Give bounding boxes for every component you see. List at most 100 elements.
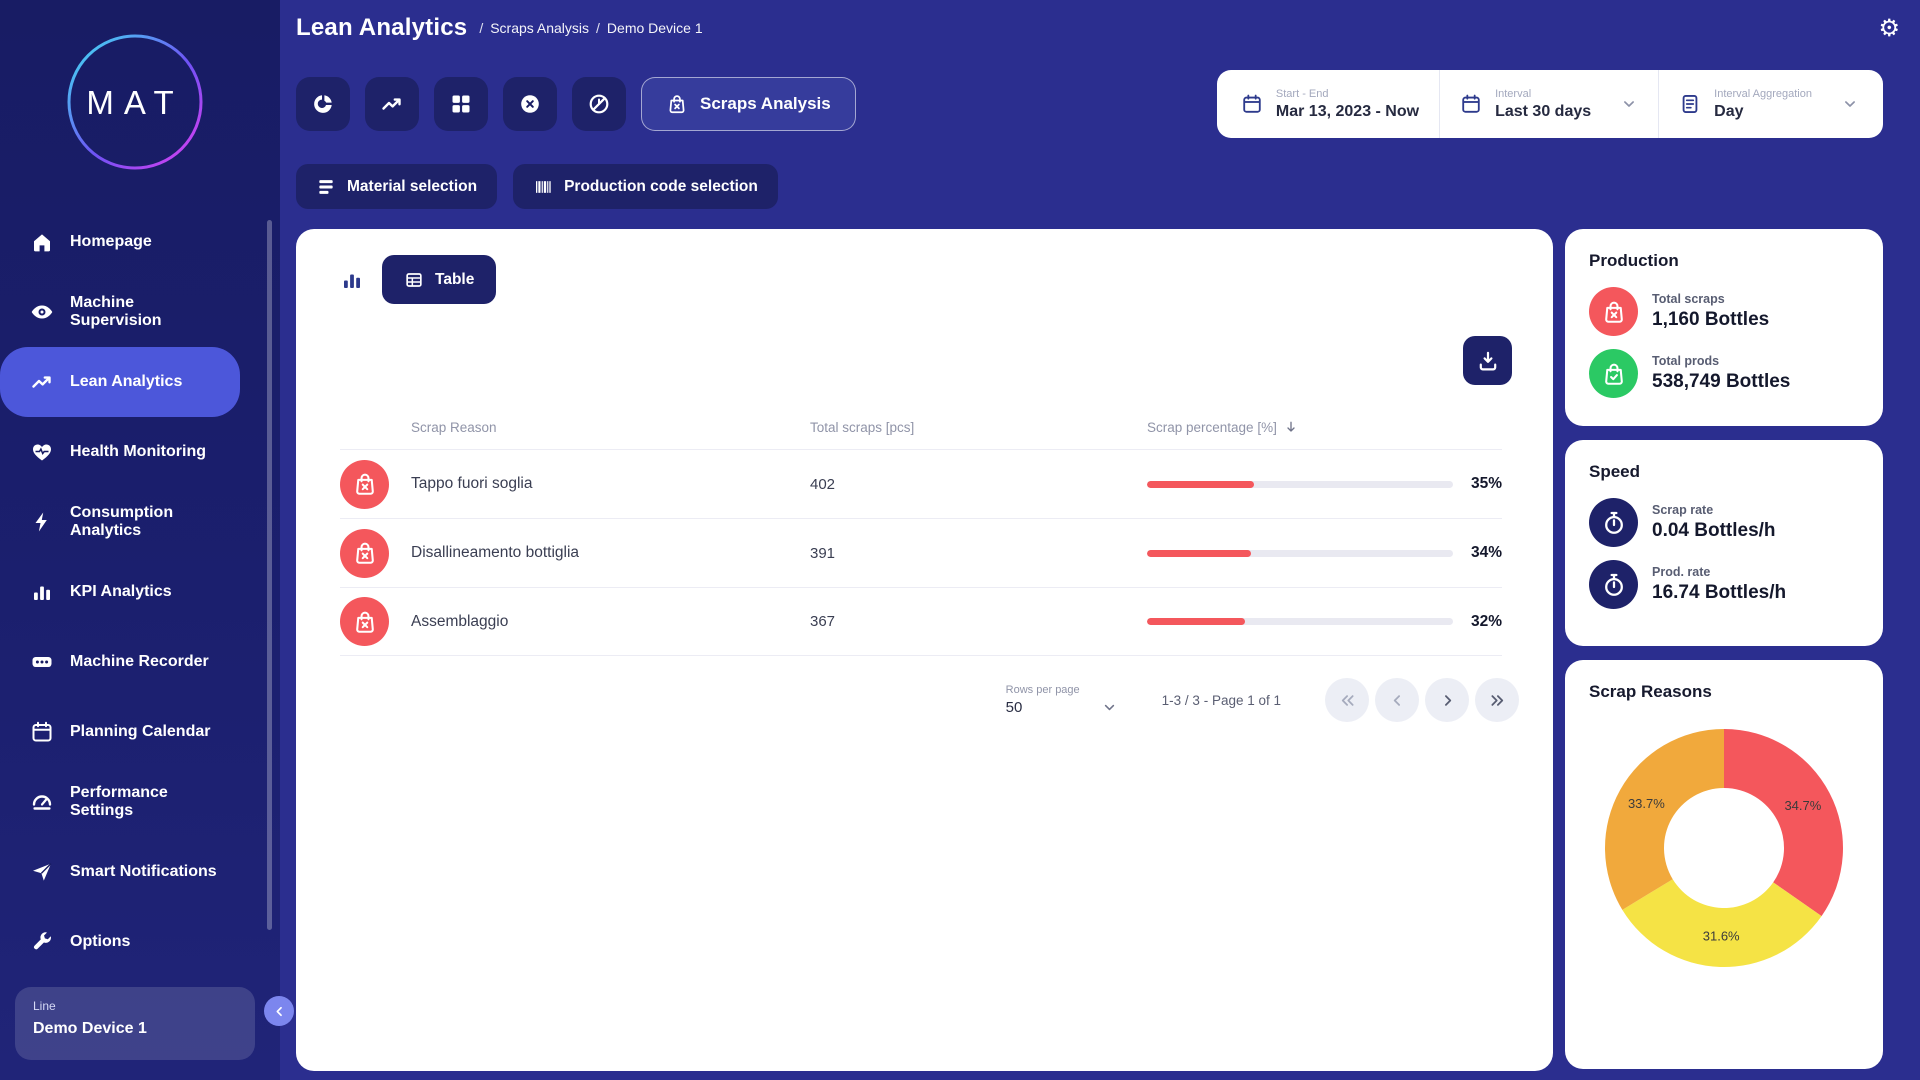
sidebar-collapse-button[interactable] xyxy=(264,996,294,1026)
sidebar-scrollbar[interactable] xyxy=(267,220,272,930)
first-page-button[interactable] xyxy=(1325,678,1369,722)
aggregation-select[interactable]: Interval Aggregation Day xyxy=(1658,70,1879,138)
rows-per-page-value: 50 xyxy=(1006,699,1023,716)
total-scraps-stat: Total scraps1,160 Bottles xyxy=(1589,287,1859,336)
next-page-button[interactable] xyxy=(1425,678,1469,722)
donut-segment[interactable] xyxy=(1724,729,1843,916)
aggregation-value: Day xyxy=(1714,103,1812,121)
previous-page-button[interactable] xyxy=(1375,678,1419,722)
sidebar-item-homepage[interactable]: Homepage xyxy=(0,207,240,277)
donut-segment[interactable] xyxy=(1605,729,1724,910)
settings-gear-icon[interactable]: ⚙ xyxy=(1878,16,1900,40)
sidebar-item-planning-calendar[interactable]: Planning Calendar xyxy=(0,697,240,767)
rows-per-page-select[interactable]: Rows per page 50 xyxy=(1006,684,1118,716)
stat-value: 16.74 Bottles/h xyxy=(1652,582,1786,604)
sidebar-item-options[interactable]: Options xyxy=(0,907,240,977)
stat-label: Total prods xyxy=(1652,354,1790,368)
bag-x-icon xyxy=(1589,287,1638,336)
sidebar-item-label: Planning Calendar xyxy=(70,723,220,741)
rows-per-page-label: Rows per page xyxy=(1006,684,1118,696)
production-card: Production Total scraps1,160 BottlesTota… xyxy=(1565,229,1883,426)
bag-x-icon xyxy=(340,529,389,578)
table-row[interactable]: Disallineamento bottiglia391 34% xyxy=(340,518,1502,587)
speed-title: Speed xyxy=(1589,462,1859,482)
sidebar-nav: Homepage Machine Supervision Lean Analytic… xyxy=(0,207,280,977)
header-total-scraps[interactable]: Total scraps [pcs] xyxy=(810,420,1147,435)
date-controls: Start - End Mar 13, 2023 - Now Interval … xyxy=(1217,70,1883,138)
date-range-picker[interactable]: Start - End Mar 13, 2023 - Now xyxy=(1221,70,1439,138)
pagination: Rows per page 50 1-3 / 3 - Page 1 of 1 xyxy=(1006,677,1519,723)
interval-select[interactable]: Interval Last 30 days xyxy=(1439,70,1658,138)
aggregation-label: Interval Aggregation xyxy=(1714,88,1812,100)
downtime-view-button[interactable] xyxy=(572,77,626,131)
chev-dright-icon xyxy=(1488,691,1507,710)
heart-icon xyxy=(30,440,54,464)
sidebar-item-label: Performance Settings xyxy=(70,784,220,821)
trend-view-button[interactable] xyxy=(365,77,419,131)
production-code-selection-button[interactable]: Production code selection xyxy=(513,164,778,209)
sidebar-item-machine-supervision[interactable]: Machine Supervision xyxy=(0,277,240,347)
chevron-down-icon xyxy=(1841,95,1859,113)
sidebar-item-consumption-analytics[interactable]: Consumption Analytics xyxy=(0,487,240,557)
scrap-count: 391 xyxy=(810,545,1147,562)
sidebar-item-label: Smart Notifications xyxy=(70,863,220,881)
scrap-percentage-bar xyxy=(1147,481,1453,488)
send-icon xyxy=(30,860,54,884)
scrap-reason: Disallineamento bottiglia xyxy=(411,544,810,562)
last-page-button[interactable] xyxy=(1475,678,1519,722)
scrap-percentage-value: 34% xyxy=(1471,544,1502,562)
device-line-label: Line xyxy=(33,999,237,1013)
stat-label: Scrap rate xyxy=(1652,503,1776,517)
view-toolbar: Scraps Analysis Start - End Mar 13, 2023… xyxy=(296,70,1883,138)
table-row[interactable]: Assemblaggio367 32% xyxy=(340,587,1502,656)
table-icon xyxy=(404,270,424,290)
header-scrap-percentage[interactable]: Scrap percentage [%] xyxy=(1147,419,1502,435)
donut-view-button[interactable] xyxy=(296,77,350,131)
table-view-button[interactable]: Table xyxy=(382,255,496,304)
interval-value: Last 30 days xyxy=(1495,103,1591,121)
grid-view-button[interactable] xyxy=(434,77,488,131)
interval-label: Interval xyxy=(1495,88,1591,100)
breadcrumb: /Scraps Analysis/Demo Device 1 xyxy=(479,20,702,36)
device-name: Demo Device 1 xyxy=(33,1020,237,1038)
sidebar-item-label: Lean Analytics xyxy=(70,373,220,391)
header-scrap-reason[interactable]: Scrap Reason xyxy=(411,420,810,435)
no-time-icon xyxy=(587,92,611,116)
table-row[interactable]: Tappo fuori soglia40235% xyxy=(340,449,1502,518)
sidebar-item-performance-settings[interactable]: Performance Settings xyxy=(0,767,240,837)
sidebar-item-smart-notifications[interactable]: Smart Notifications xyxy=(0,837,240,907)
stops-view-button[interactable] xyxy=(503,77,557,131)
tab-scraps-analysis[interactable]: Scraps Analysis xyxy=(641,77,856,131)
table-header-row: Scrap Reason Total scraps [pcs] Scrap pe… xyxy=(340,405,1502,449)
date-range-label: Start - End xyxy=(1276,88,1419,100)
scrap-reason: Assemblaggio xyxy=(411,613,810,631)
donut-label: 34.7% xyxy=(1784,798,1821,813)
sort-descending-icon[interactable] xyxy=(1283,419,1299,435)
table-view-label: Table xyxy=(435,271,474,289)
sidebar-item-label: Machine Supervision xyxy=(70,294,220,331)
scrap-percentage-value: 32% xyxy=(1471,613,1502,631)
scrap-count: 402 xyxy=(810,476,1147,493)
sidebar-item-lean-analytics[interactable]: Lean Analytics xyxy=(0,347,240,417)
scrap-percentage-bar xyxy=(1147,550,1453,557)
scrap-reasons-title: Scrap Reasons xyxy=(1589,682,1859,702)
gauge-icon xyxy=(30,790,54,814)
logo-text: MAT xyxy=(86,84,183,121)
breadcrumb-item-scraps-analysis[interactable]: Scraps Analysis xyxy=(490,20,589,36)
sidebar-item-label: Machine Recorder xyxy=(70,653,220,671)
calendar-icon xyxy=(30,720,54,744)
chevron-down-icon xyxy=(1620,95,1638,113)
device-card[interactable]: Line Demo Device 1 xyxy=(15,987,255,1060)
material-selection-button[interactable]: Material selection xyxy=(296,164,497,209)
bag-x-icon xyxy=(340,597,389,646)
sidebar-item-machine-recorder[interactable]: Machine Recorder xyxy=(0,627,240,697)
sidebar-item-health-monitoring[interactable]: Health Monitoring xyxy=(0,417,240,487)
breadcrumb-item-demo-device-1[interactable]: Demo Device 1 xyxy=(607,20,703,36)
scrap-count: 367 xyxy=(810,613,1147,630)
chart-view-toggle-icon[interactable] xyxy=(340,268,364,292)
scrap-rate-stat: Scrap rate0.04 Bottles/h xyxy=(1589,498,1859,547)
chev-right-icon xyxy=(1438,691,1457,710)
sidebar-item-kpi-analytics[interactable]: KPI Analytics xyxy=(0,557,240,627)
download-button[interactable] xyxy=(1463,336,1512,385)
bolt-icon xyxy=(30,510,54,534)
